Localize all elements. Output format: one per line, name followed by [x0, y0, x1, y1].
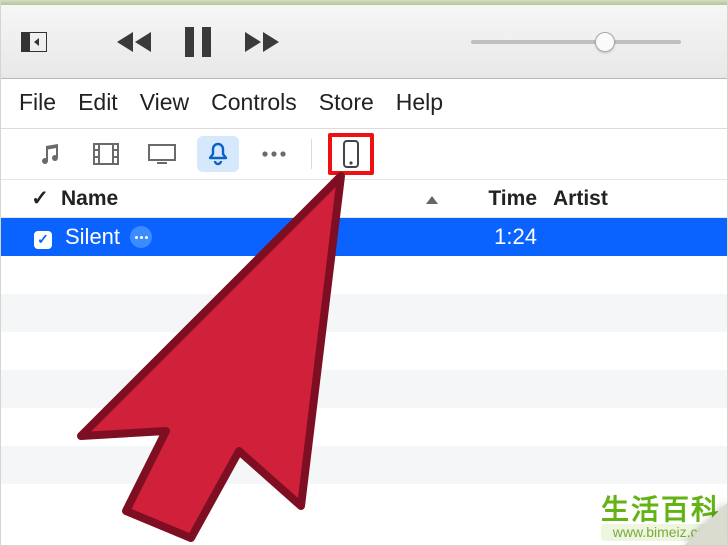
menu-edit[interactable]: Edit [78, 89, 118, 116]
volume-thumb[interactable] [595, 32, 615, 52]
device-button-highlight [328, 133, 374, 175]
menu-help[interactable]: Help [396, 89, 443, 116]
column-headers: ✓ Name Time Artist [1, 180, 727, 218]
volume-slider[interactable] [471, 40, 681, 44]
tones-tab[interactable] [197, 136, 239, 172]
play-pause-button[interactable] [183, 25, 213, 59]
empty-row [1, 294, 727, 332]
playback-toolbar [1, 5, 727, 79]
menu-controls[interactable]: Controls [211, 89, 297, 116]
next-button[interactable] [241, 28, 283, 56]
track-time: 1:24 [455, 224, 547, 250]
sourcebar-separator [311, 139, 312, 169]
page-curl-icon [685, 503, 727, 545]
device-button[interactable] [342, 140, 360, 168]
header-checked[interactable]: ✓ [1, 186, 57, 211]
previous-button[interactable] [113, 28, 155, 56]
menu-bar: File Edit View Controls Store Help [1, 79, 727, 129]
menu-store[interactable]: Store [319, 89, 374, 116]
movies-tab[interactable] [85, 136, 127, 172]
music-tab[interactable] [29, 136, 71, 172]
header-artist[interactable]: Artist [547, 187, 727, 211]
library-source-bar [1, 129, 727, 180]
empty-row [1, 256, 727, 294]
sidebar-toggle-button[interactable] [17, 29, 51, 55]
tv-shows-tab[interactable] [141, 136, 183, 172]
empty-row [1, 446, 727, 484]
menu-file[interactable]: File [19, 89, 56, 116]
sort-indicator-icon[interactable] [425, 187, 455, 211]
track-row-selected[interactable]: ✓ Silent 1:24 [1, 218, 727, 256]
empty-row [1, 370, 727, 408]
empty-row [1, 408, 727, 446]
row-more-button[interactable] [130, 226, 152, 248]
track-name: Silent [65, 224, 120, 250]
empty-row [1, 332, 727, 370]
menu-view[interactable]: View [140, 89, 189, 116]
playback-controls [113, 25, 283, 59]
more-tab[interactable] [253, 136, 295, 172]
header-name[interactable]: Name [57, 187, 425, 211]
header-time[interactable]: Time [455, 187, 547, 211]
row-checkbox[interactable]: ✓ [34, 231, 52, 249]
